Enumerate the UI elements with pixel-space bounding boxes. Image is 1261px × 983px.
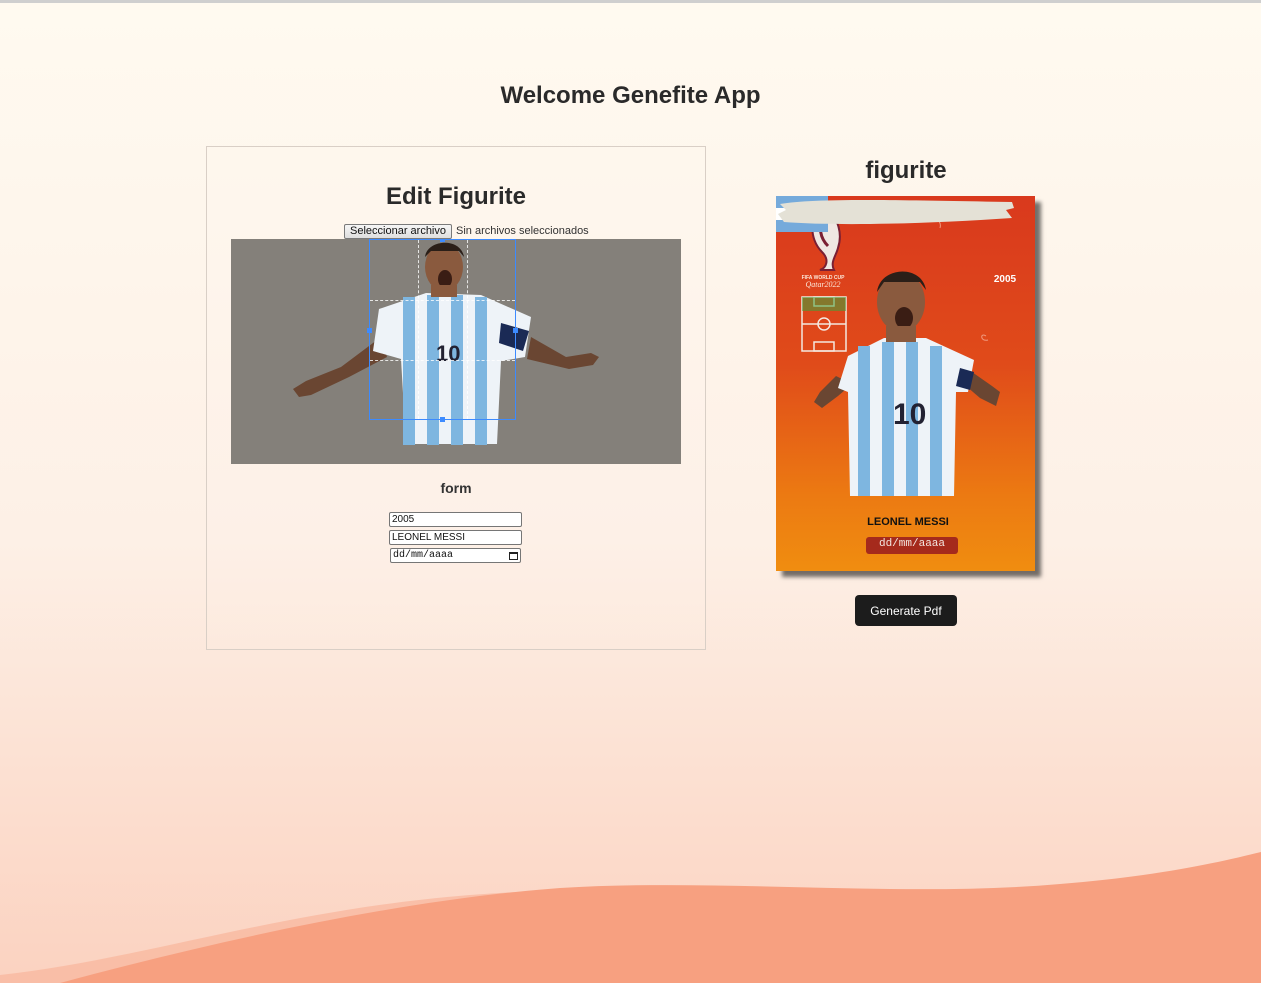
crop-guide-line — [467, 240, 468, 419]
crop-guide-line — [370, 300, 515, 301]
crop-handle-bottom[interactable] — [440, 417, 445, 422]
date-input-placeholder: dd/mm/aaaa — [393, 550, 454, 561]
top-border — [0, 0, 1261, 3]
svg-text:Qatar2022: Qatar2022 — [805, 280, 840, 289]
crop-handle-top[interactable] — [440, 239, 445, 242]
crop-handle-right[interactable] — [513, 328, 518, 333]
form-title: form — [440, 480, 472, 496]
figurite-card: FIFA WORLD CUP Qatar2022 10 2005 LEONEL … — [776, 196, 1035, 571]
edit-figurite-panel: Edit Figurite Seleccionar archivo Sin ar… — [206, 146, 706, 650]
file-status-text: Sin archivos seleccionados — [456, 225, 589, 237]
name-banner — [778, 200, 1014, 225]
generate-pdf-button[interactable]: Generate Pdf — [855, 595, 957, 626]
card-year: 2005 — [993, 274, 1017, 285]
file-picker: Seleccionar archivo Sin archivos selecci… — [344, 223, 589, 239]
crop-handle-left[interactable] — [367, 328, 372, 333]
svg-text:10: 10 — [893, 398, 926, 431]
crop-selection-box[interactable] — [367, 239, 518, 422]
figurite-title: figurite — [865, 157, 947, 184]
image-crop-area[interactable]: 10 — [231, 239, 681, 464]
calendar-icon[interactable] — [509, 551, 518, 560]
card-artwork: FIFA WORLD CUP Qatar2022 10 — [801, 208, 1000, 496]
name-input[interactable] — [389, 530, 522, 545]
year-input[interactable] — [389, 512, 522, 527]
card-date: dd/mm/aaaa — [878, 538, 945, 550]
crop-guide-line — [418, 240, 419, 419]
background-waves — [0, 852, 1261, 983]
select-file-button[interactable]: Seleccionar archivo — [344, 223, 452, 239]
crop-guide-line — [370, 360, 515, 361]
app-title: Welcome Genefite App — [500, 82, 761, 109]
date-input[interactable]: dd/mm/aaaa — [390, 548, 521, 563]
editor-title: Edit Figurite — [386, 183, 526, 210]
card-player-name: LEONEL MESSI — [867, 516, 949, 528]
